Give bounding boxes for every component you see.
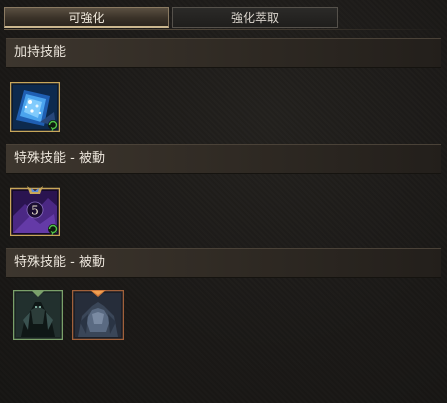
tab-divider bbox=[4, 29, 443, 30]
shadow-warrior-skill-icon bbox=[13, 290, 63, 340]
armored-warrior-skill-icon bbox=[72, 290, 124, 340]
svg-text:5: 5 bbox=[31, 204, 39, 218]
tab-enhance-extract[interactable]: 強化萃取 bbox=[172, 7, 338, 28]
skill-slot-special-passive-1[interactable]: 5 bbox=[10, 186, 60, 236]
tab-enhanceable[interactable]: 可強化 bbox=[4, 7, 169, 28]
section-header-buff-skills: 加持技能 bbox=[6, 38, 441, 68]
purple-rune-skill-icon: 5 bbox=[10, 186, 60, 236]
skill-slot-special-passive-2a[interactable] bbox=[13, 290, 63, 340]
section-header-special-passive-2: 特殊技能 - 被動 bbox=[6, 248, 441, 278]
tab-bar: 可強化 強化萃取 bbox=[4, 7, 338, 29]
section-header-special-passive-1: 特殊技能 - 被動 bbox=[6, 144, 441, 174]
level-badge: 5 bbox=[26, 201, 44, 219]
skill-slot-buff-1[interactable] bbox=[10, 82, 60, 132]
enhancement-panel: 可強化 強化萃取 加持技能 特殊技能 - 被動 5 特殊技能 - 被動 bbox=[0, 0, 447, 403]
skill-slot-special-passive-2b[interactable] bbox=[72, 290, 124, 340]
blue-crystal-skill-icon bbox=[10, 82, 60, 132]
